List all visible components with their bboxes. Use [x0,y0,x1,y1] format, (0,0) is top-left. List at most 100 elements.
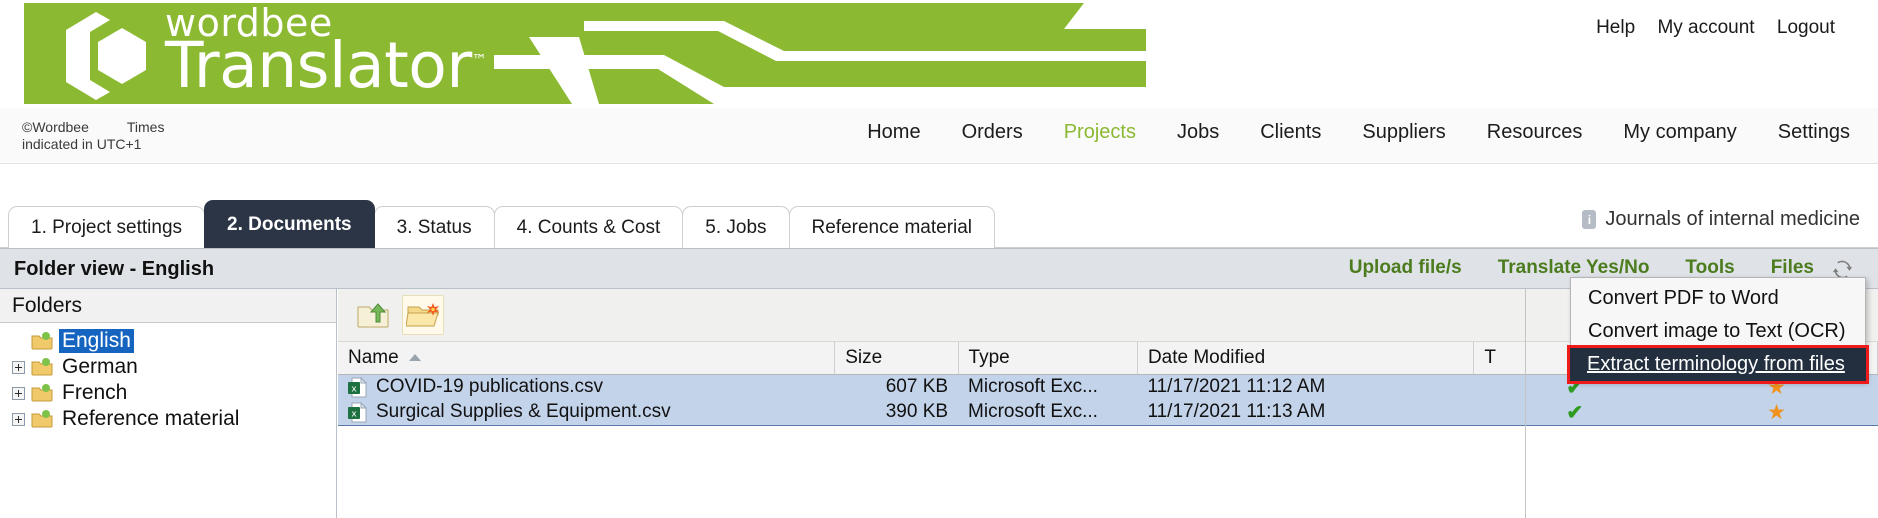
new-folder-button[interactable] [402,295,444,335]
nav-item-suppliers[interactable]: Suppliers [1362,121,1445,144]
copyright-note: ©Wordbee Times indicated in UTC+1 [22,119,232,153]
menu-item-convert-image-to-text-ocr[interactable]: Convert image to Text (OCR) [1571,315,1865,348]
folder-label: German [59,355,141,379]
folders-panel: Folders English German [0,289,337,518]
file-name-text: Surgical Supplies & Equipment.csv [376,401,671,423]
star-icon: ★ [1767,401,1786,424]
tab-counts-cost[interactable]: 4. Counts & Cost [494,206,684,248]
trademark-symbol: ™ [472,51,487,69]
column-header-type[interactable]: Type [958,342,1137,374]
folder-icon [31,410,53,428]
folder-item-english[interactable]: English [0,328,337,354]
cell-star-flag: ★ [1676,400,1878,426]
folder-label: French [59,381,130,405]
folder-item-french[interactable]: French [0,380,337,406]
file-name-text: COVID-19 publications.csv [376,376,603,398]
nav-item-orders[interactable]: Orders [962,121,1023,144]
tab-label: Reference material [812,217,973,239]
grid-right-border [1525,289,1526,518]
cell-size: 390 KB [835,400,958,426]
menu-item-extract-terminology-from-files[interactable]: Extract terminology from files [1570,348,1866,381]
page-title: Journals of internal medicine [1605,208,1860,231]
excel-file-icon: x [348,402,367,423]
tab-reference-material[interactable]: Reference material [789,206,996,248]
nav-item-projects[interactable]: Projects [1064,121,1136,144]
svg-text:x: x [351,409,357,419]
folder-up-button[interactable] [352,295,394,335]
copyright-text: ©Wordbee [22,119,89,136]
sort-ascending-icon [409,354,421,361]
cell-date-modified: 11/17/2021 11:13 AM [1137,400,1473,426]
files-dropdown-menu: Convert PDF to Word Convert image to Tex… [1570,277,1866,382]
tab-status[interactable]: 3. Status [374,206,495,248]
nav-item-resources[interactable]: Resources [1487,121,1583,144]
nav-item-jobs[interactable]: Jobs [1177,121,1219,144]
expand-plus-icon[interactable] [12,413,25,426]
logout-link[interactable]: Logout [1777,17,1835,38]
tab-project-settings[interactable]: 1. Project settings [8,206,205,248]
column-header-date-modified[interactable]: Date Modified [1137,342,1473,374]
nav-item-clients[interactable]: Clients [1260,121,1321,144]
folder-item-reference-material[interactable]: Reference material [0,406,337,432]
tab-label: 3. Status [397,217,472,239]
cell-type: Microsoft Exc... [958,400,1137,426]
logo-translator-text: Translator™ [165,34,486,97]
folder-view-title: Folder view - English [14,258,214,281]
menu-item-convert-pdf-to-word[interactable]: Convert PDF to Word [1571,282,1865,315]
tools-link[interactable]: Tools [1685,257,1734,279]
cell-date-modified: 11/17/2021 11:12 AM [1137,374,1473,400]
logo-wordmark: wordbee Translator™ [165,4,486,97]
folder-icon [31,358,53,376]
expand-plus-icon[interactable] [12,361,25,374]
folder-icon [31,332,53,350]
main-navigation-bar: ©Wordbee Times indicated in UTC+1 Home Or… [0,108,1878,164]
nav-item-home[interactable]: Home [867,121,920,144]
tab-documents[interactable]: 2. Documents [204,200,375,248]
tab-label: 2. Documents [227,214,352,236]
folder-label: English [59,329,134,353]
new-folder-icon [406,300,440,330]
column-header-name[interactable]: Name [338,342,835,374]
files-link[interactable]: Files [1771,257,1814,279]
cell-translate-flag: ✔ [1474,400,1676,426]
utc-note: indicated in UTC+1 [22,136,232,153]
nav-links: Home Orders Projects Jobs Clients Suppli… [867,121,1850,144]
upload-files-link[interactable]: Upload file/s [1349,257,1462,279]
column-header-size[interactable]: Size [835,342,958,374]
folder-up-icon [356,300,390,330]
wordbee-logo-icon [52,8,160,104]
excel-file-icon: x [348,377,367,398]
top-utility-links: Help My account Logout [1596,17,1835,39]
cell-name: x Surgical Supplies & Equipment.csv [338,400,835,426]
translate-yesno-link[interactable]: Translate Yes/No [1498,257,1650,279]
tab-label: 5. Jobs [705,217,766,239]
panel-divider [336,289,337,518]
brand-banner: wordbee Translator™ Help My account Logo… [0,0,1878,108]
expand-plus-icon[interactable] [12,387,25,400]
cell-type: Microsoft Exc... [958,374,1137,400]
folder-icon [31,384,53,402]
nav-item-my-company[interactable]: My company [1623,121,1736,144]
svg-text:x: x [351,384,357,394]
check-icon: ✔ [1566,402,1583,424]
folders-header: Folders [0,289,337,323]
nav-item-settings[interactable]: Settings [1778,121,1850,144]
folder-label: Reference material [59,407,242,431]
cell-name: x COVID-19 publications.csv [338,374,835,400]
expander-placeholder-icon [12,335,25,348]
my-account-link[interactable]: My account [1657,17,1754,38]
project-tabs: 1. Project settings 2. Documents 3. Stat… [0,200,1878,248]
cell-size: 607 KB [835,374,958,400]
folder-item-german[interactable]: German [0,354,337,380]
table-row[interactable]: x Surgical Supplies & Equipment.csv 390 … [338,400,1878,426]
info-icon: i [1582,210,1596,229]
times-label: Times [127,119,165,136]
folders-tree: English German French [0,323,337,432]
tab-label: 1. Project settings [31,217,182,239]
action-links: Upload file/s Translate Yes/No Tools Fil… [1349,257,1814,279]
tab-jobs[interactable]: 5. Jobs [682,206,789,248]
tab-label: 4. Counts & Cost [517,217,661,239]
help-link[interactable]: Help [1596,17,1635,38]
project-title-area: i Journals of internal medicine [1582,208,1860,231]
application-window: wordbee Translator™ Help My account Logo… [0,0,1878,518]
